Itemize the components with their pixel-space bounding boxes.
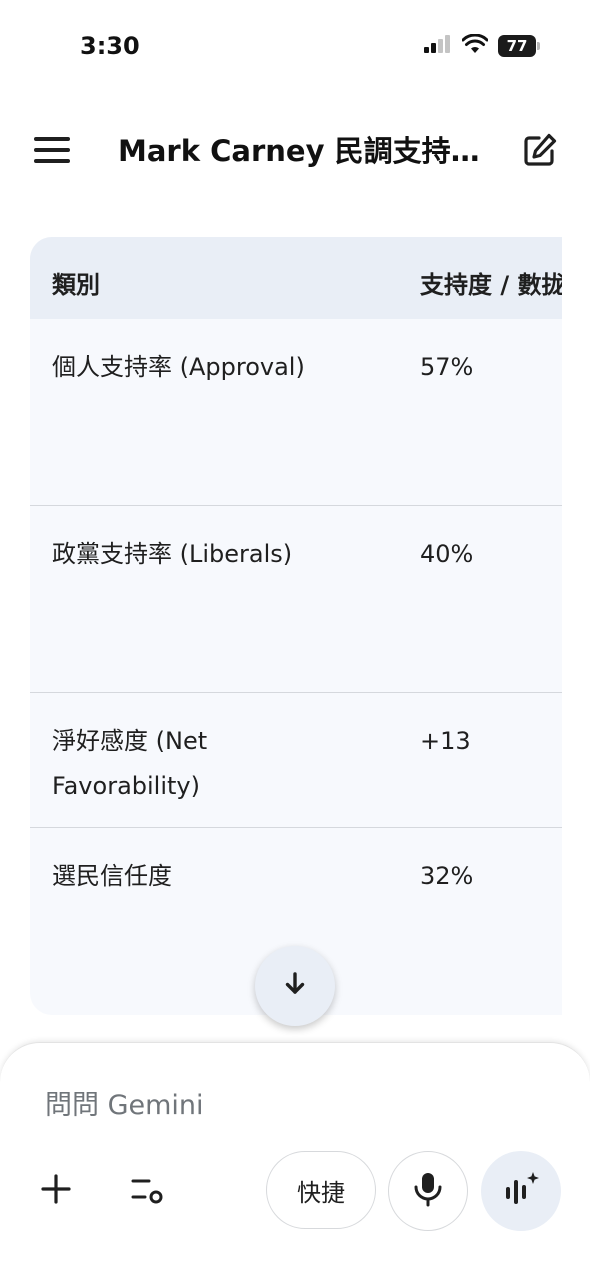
column-header-value: 支持度 / 數拢 — [420, 271, 562, 299]
new-chat-button[interactable] — [518, 130, 562, 174]
table-row: 個人支持率 (Approval) 57% — [30, 319, 562, 506]
row-value: +13 — [420, 727, 471, 755]
shortcut-button[interactable]: 快捷 — [266, 1151, 376, 1229]
tools-button[interactable] — [126, 1169, 170, 1213]
row-value: 40% — [420, 540, 474, 568]
live-mode-button[interactable] — [481, 1151, 561, 1231]
data-table[interactable]: 類別 支持度 / 數拢 個人支持率 (Approval) 57% 政黨支持率 (… — [30, 237, 562, 1015]
status-time: 3:30 — [80, 32, 140, 60]
battery-icon: 77 — [498, 35, 540, 57]
app-header: Mark Carney 民調支持… — [0, 110, 590, 190]
menu-icon — [34, 136, 70, 168]
arrow-down-icon — [283, 971, 307, 1001]
voice-input-button[interactable] — [388, 1151, 468, 1231]
battery-level: 77 — [498, 35, 536, 57]
plus-icon — [40, 1173, 72, 1209]
page-title[interactable]: Mark Carney 民調支持… — [118, 130, 488, 172]
status-bar: 3:30 77 — [0, 0, 590, 96]
status-icons: 77 — [424, 33, 540, 58]
row-value: 57% — [420, 353, 474, 381]
tools-icon — [131, 1174, 165, 1208]
table-row: 政黨支持率 (Liberals) 40% — [30, 506, 562, 693]
edit-icon — [523, 133, 557, 171]
row-value: 32% — [420, 862, 474, 890]
row-category: 淨好感度 (Net Favorability) — [52, 727, 208, 800]
column-header-category: 類別 — [52, 271, 100, 299]
signal-icon — [424, 35, 452, 57]
row-category: 個人支持率 (Approval) — [52, 353, 305, 381]
mic-icon — [413, 1171, 443, 1211]
row-category: 選民信任度 — [52, 862, 172, 890]
live-icon — [503, 1171, 539, 1211]
scroll-to-bottom-button[interactable] — [255, 946, 335, 1026]
table-row: 淨好感度 (Net Favorability) +13 — [30, 693, 562, 828]
menu-button[interactable] — [30, 130, 74, 174]
wifi-icon — [461, 33, 489, 58]
composer-panel: 快捷 — [0, 1042, 590, 1280]
table-header: 類別 支持度 / 數拢 — [30, 237, 562, 319]
row-category: 政黨支持率 (Liberals) — [52, 540, 293, 568]
prompt-input[interactable] — [45, 1085, 525, 1125]
add-attachment-button[interactable] — [34, 1169, 78, 1213]
